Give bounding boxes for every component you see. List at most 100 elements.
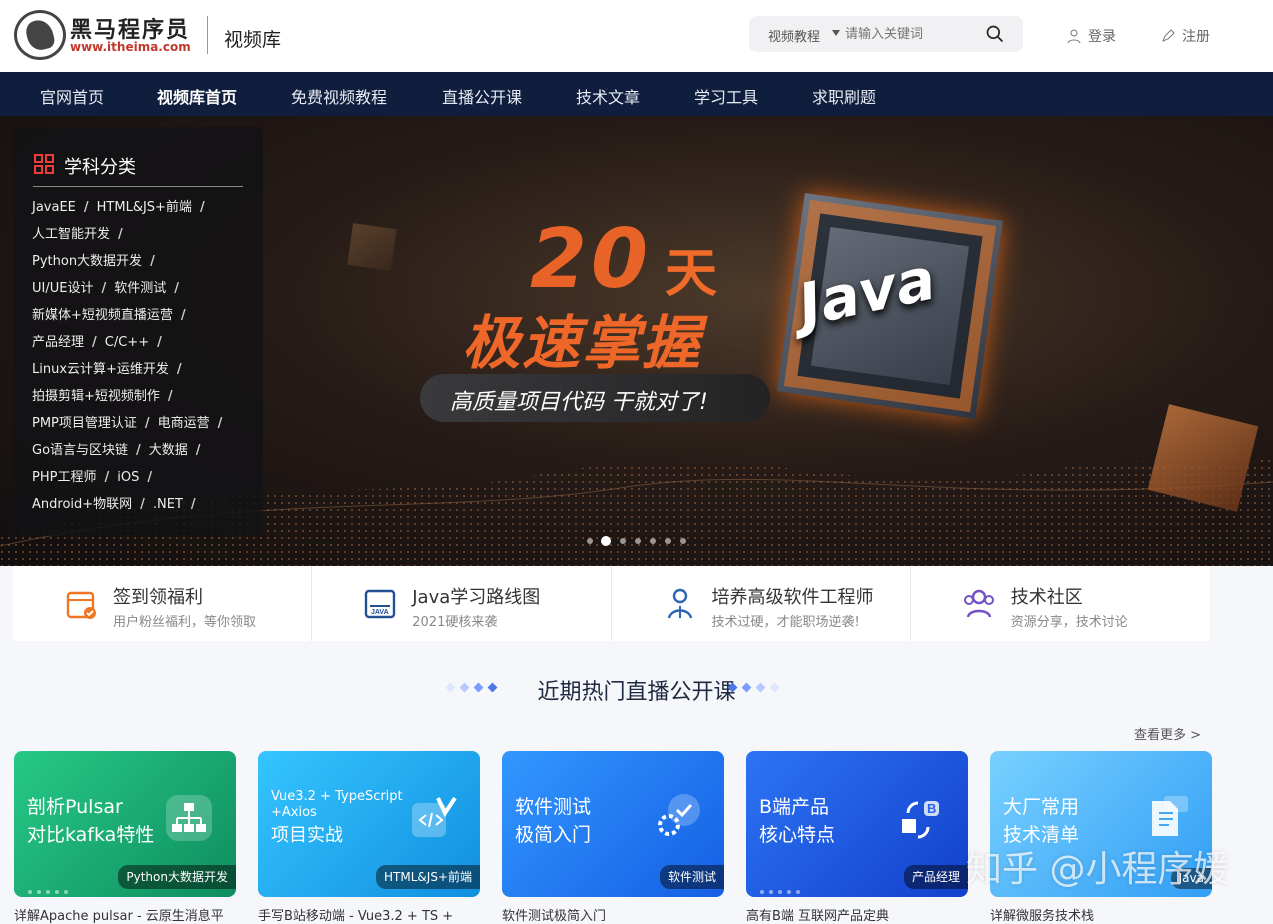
- category-row: 人工智能开发 /: [32, 227, 123, 242]
- category-link[interactable]: 产品经理: [32, 335, 84, 350]
- nav-job-practice[interactable]: 求职刷题: [812, 84, 876, 108]
- category-link[interactable]: 新媒体+短视频直播运营: [32, 308, 173, 323]
- nav-free-videos[interactable]: 免费视频教程: [291, 84, 387, 108]
- category-link[interactable]: 软件测试: [114, 281, 166, 296]
- category-link[interactable]: 拍摄剪辑+短视频制作: [32, 389, 160, 404]
- quick-links: 签到领福利 用户粉丝福利，等你领取 JAVA Java学习路线图 2021硬核来…: [13, 566, 1210, 641]
- nav-tech-articles[interactable]: 技术文章: [576, 84, 640, 108]
- register-button[interactable]: 注册: [1160, 26, 1210, 46]
- itheima-logo-icon[interactable]: [14, 10, 66, 60]
- category-row: UI/UE设计 / 软件测试 /: [32, 281, 179, 296]
- course-card[interactable]: B端产品 核心特点 B 产品经理: [746, 751, 968, 897]
- search-icon[interactable]: [985, 24, 1005, 44]
- course-title: B端产品 核心特点: [759, 796, 836, 846]
- course-description[interactable]: 手写B站移动端 - Vue3.2 + TS +: [258, 905, 453, 924]
- b-product-icon: B: [902, 801, 939, 839]
- category-link[interactable]: 大数据: [149, 443, 188, 458]
- category-link[interactable]: C/C++: [105, 335, 149, 350]
- carousel-dot[interactable]: [635, 538, 641, 544]
- hero-day: 天: [665, 244, 718, 304]
- carousel-dot[interactable]: [650, 538, 656, 544]
- checkin-welfare-card[interactable]: 签到领福利 用户粉丝福利，等你领取: [13, 566, 313, 641]
- category-row: Linux云计算+运维开发 /: [32, 362, 182, 377]
- svg-text:JAVA: JAVA: [371, 609, 389, 616]
- view-more-link[interactable]: 查看更多 >: [1134, 724, 1201, 743]
- main-navigation: 官网首页 视频库首页 免费视频教程 直播公开课 技术文章 学习工具 求职刷题: [0, 72, 1273, 116]
- category-link[interactable]: .NET: [153, 497, 183, 512]
- hero-tagline: 高质量项目代码 干就对了!: [450, 390, 708, 415]
- course-description[interactable]: 软件测试极简入门: [502, 905, 606, 924]
- carousel-dot[interactable]: [665, 538, 671, 544]
- category-link[interactable]: Android+物联网: [32, 497, 132, 512]
- carousel-dot-active[interactable]: [601, 536, 611, 546]
- login-button[interactable]: 登录: [1066, 26, 1116, 46]
- category-row: Python大数据开发 /: [32, 254, 155, 269]
- category-link[interactable]: UI/UE设计: [32, 281, 93, 296]
- network-icon: [166, 795, 212, 841]
- course-tag: Python大数据开发: [118, 865, 236, 889]
- java-roadmap-card[interactable]: JAVA Java学习路线图 2021硬核来袭: [312, 566, 612, 641]
- course-card[interactable]: 软件测试 极简入门 软件测试: [502, 751, 724, 897]
- zhihu-watermark: 知乎 @小程序媛: [966, 849, 1230, 890]
- header-divider: [207, 16, 208, 54]
- category-link[interactable]: Linux云计算+运维开发: [32, 362, 169, 377]
- nav-learning-tools[interactable]: 学习工具: [694, 84, 758, 108]
- category-row: PHP工程师 / iOS /: [32, 470, 153, 485]
- carousel-dot[interactable]: [620, 538, 626, 544]
- search-input[interactable]: [845, 22, 975, 46]
- search-bar[interactable]: 视频教程: [749, 16, 1023, 52]
- category-link[interactable]: JavaEE: [32, 200, 76, 215]
- video-library-title: 视频库: [224, 29, 282, 51]
- chevron-down-icon[interactable]: [832, 30, 840, 36]
- category-row: Android+物联网 / .NET /: [32, 497, 196, 512]
- hero-title: 极速掌握: [462, 309, 703, 377]
- category-row: 产品经理 / C/C++ /: [32, 335, 162, 350]
- course-description[interactable]: 高有B端 互联网产品定典: [746, 905, 889, 924]
- category-link[interactable]: 电商运营: [158, 416, 210, 431]
- quick-subtitle: 资源分享，技术讨论: [1010, 615, 1128, 630]
- course-description[interactable]: 详解Apache pulsar - 云原生消息平: [14, 905, 224, 924]
- login-label: 登录: [1088, 29, 1116, 45]
- quick-title: Java学习路线图: [412, 587, 541, 608]
- category-link[interactable]: Python大数据开发: [32, 254, 142, 269]
- java-board-icon: JAVA: [365, 589, 396, 619]
- category-row: Go语言与区块链 / 大数据 /: [32, 443, 201, 458]
- course-tag: 产品经理: [903, 865, 968, 889]
- tech-community-card[interactable]: 技术社区 资源分享，技术讨论: [911, 566, 1210, 641]
- senior-engineer-card[interactable]: 培养高级软件工程师 技术过硬，才能职场逆袭!: [612, 566, 911, 641]
- course-tag: 软件测试: [659, 865, 724, 889]
- svg-text:B: B: [927, 801, 936, 816]
- category-row: PMP项目管理认证 / 电商运营 /: [32, 416, 223, 431]
- engineer-icon: [667, 588, 692, 619]
- category-link[interactable]: 人工智能开发: [32, 227, 110, 242]
- nav-home[interactable]: 官网首页: [40, 84, 104, 108]
- quick-title: 培养高级软件工程师: [711, 587, 874, 608]
- category-link[interactable]: Go语言与区块链: [32, 443, 128, 458]
- category-row: 拍摄剪辑+短视频制作 /: [32, 389, 173, 404]
- course-card[interactable]: Vue3.2 + TypeScript +Axios 项目实战 HTML&JS+前端: [258, 751, 480, 897]
- quick-title: 技术社区: [1010, 587, 1083, 608]
- logo-url[interactable]: www.itheima.com: [70, 40, 191, 54]
- course-tag: HTML&JS+前端: [376, 865, 480, 889]
- category-row: JavaEE / HTML&JS+前端 /: [32, 200, 205, 215]
- hero-number: 20: [530, 212, 653, 307]
- quick-subtitle: 2021硬核来袭: [412, 615, 498, 630]
- decorative-cube: [347, 223, 397, 271]
- category-link[interactable]: PHP工程师: [32, 470, 96, 485]
- nav-live-courses[interactable]: 直播公开课: [442, 84, 522, 108]
- sidebar-title: 学科分类: [64, 157, 136, 178]
- course-card[interactable]: 剖析Pulsar 对比kafka特性 Python大数据开发: [14, 751, 236, 897]
- nav-video-home[interactable]: 视频库首页: [157, 84, 237, 108]
- category-link[interactable]: HTML&JS+前端: [97, 200, 192, 215]
- category-link[interactable]: iOS: [117, 470, 139, 485]
- course-title: 软件测试 极简入门: [515, 796, 592, 846]
- grid-icon: [34, 154, 54, 174]
- user-icon: [1067, 29, 1081, 44]
- course-title: Vue3.2 + TypeScript +Axios 项目实战: [271, 789, 403, 846]
- course-description[interactable]: 详解微服务技术栈: [990, 905, 1094, 924]
- hero-tagline-pill: 高质量项目代码 干就对了!: [420, 374, 770, 422]
- search-category-select[interactable]: 视频教程: [768, 26, 820, 45]
- carousel-dot[interactable]: [680, 538, 686, 544]
- carousel-dot[interactable]: [587, 538, 593, 544]
- category-link[interactable]: PMP项目管理认证: [32, 416, 137, 431]
